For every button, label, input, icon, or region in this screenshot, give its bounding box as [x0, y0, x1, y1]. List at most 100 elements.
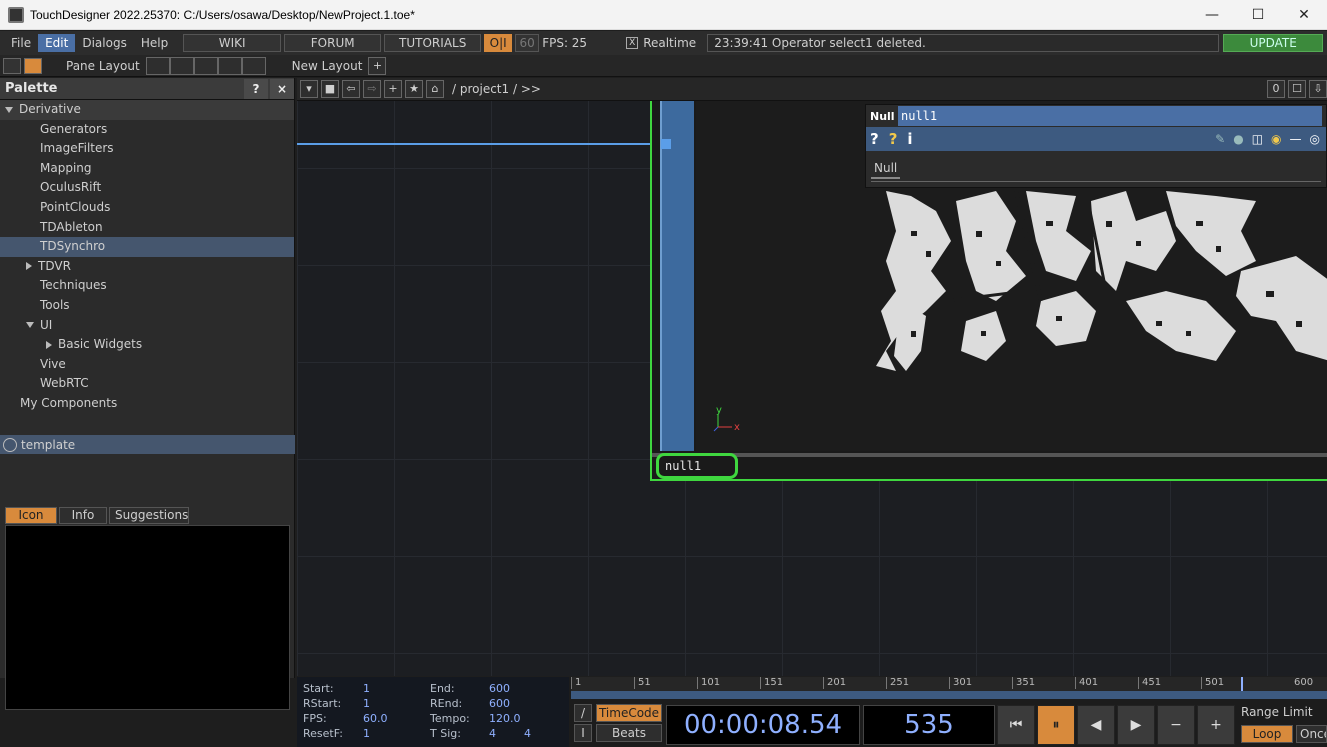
expand-closed-icon[interactable]: [26, 262, 32, 271]
timecode-button[interactable]: TimeCode: [596, 704, 662, 722]
play-icon[interactable]: ▶: [1117, 705, 1155, 745]
palette-item-techniques[interactable]: Techniques: [0, 276, 294, 296]
palette-item-vive[interactable]: Vive: [0, 355, 294, 375]
timeline-bar-toggle[interactable]: I: [574, 724, 592, 742]
bookmark-icon[interactable]: ★: [405, 80, 423, 98]
palette-item-tdvr[interactable]: TDVR: [0, 257, 294, 277]
wiki-button[interactable]: WIKI: [183, 34, 282, 52]
timeline-ruler[interactable]: 1 51 101 151 201 251 301 351 401 451 501 600: [571, 677, 1327, 699]
beats-button[interactable]: Beats: [596, 724, 662, 742]
tab-info[interactable]: Info: [59, 507, 107, 524]
stop-icon[interactable]: ■: [321, 80, 339, 98]
palette-item-my-components[interactable]: My Components: [0, 394, 294, 414]
pane-layout-single[interactable]: [145, 56, 170, 75]
palette-item-webrtc[interactable]: WebRTC: [0, 374, 294, 394]
palette-item-ui[interactable]: UI: [0, 316, 294, 336]
back-icon[interactable]: ⇦: [342, 80, 360, 98]
palette-item-basic-widgets[interactable]: Basic Widgets: [0, 335, 294, 355]
rstart-value[interactable]: 1: [363, 697, 370, 710]
node-name-label[interactable]: null1: [656, 453, 738, 479]
menu-edit[interactable]: Edit: [38, 34, 76, 52]
menu-file[interactable]: File: [4, 34, 38, 52]
node-input-connector[interactable]: [661, 139, 671, 149]
palette-help-button[interactable]: ?: [244, 78, 268, 99]
tsig-denominator[interactable]: 4: [524, 727, 531, 740]
viewer-toggle-icon[interactable]: [3, 57, 21, 74]
tsig-numerator[interactable]: 4: [489, 727, 496, 740]
menu-help[interactable]: Help: [134, 34, 175, 52]
comment-icon[interactable]: ●: [1233, 132, 1243, 146]
python-help-icon[interactable]: ?: [889, 130, 898, 148]
param-op-name-field[interactable]: null1: [898, 106, 1322, 126]
pane-layout-quad[interactable]: [241, 56, 266, 75]
tutorials-button[interactable]: TUTORIALS: [384, 34, 482, 52]
pause-icon[interactable]: ⏸: [1037, 705, 1075, 745]
palette-item-generators[interactable]: Generators: [0, 120, 294, 140]
pane-layout-three[interactable]: [217, 56, 242, 75]
palette-close-button[interactable]: ×: [270, 78, 294, 99]
perform-mode-button[interactable]: O|I: [484, 34, 513, 52]
close-button[interactable]: ✕: [1281, 0, 1327, 30]
rewind-icon[interactable]: ⏮: [997, 705, 1035, 745]
expand-open-icon[interactable]: [5, 106, 13, 113]
loop-button[interactable]: Loop: [1241, 725, 1293, 743]
expand-closed-icon[interactable]: [46, 340, 52, 349]
target-icon[interactable]: ◎: [1310, 132, 1320, 146]
timeline-slash-toggle[interactable]: /: [574, 704, 592, 722]
once-button[interactable]: Once: [1296, 725, 1327, 743]
palette-item-derivative[interactable]: Derivative: [0, 100, 294, 120]
forward-icon[interactable]: ⇨: [363, 80, 381, 98]
expand-open-icon[interactable]: [26, 322, 34, 329]
home-icon[interactable]: ⌂: [426, 80, 444, 98]
python-icon[interactable]: ◉: [1271, 132, 1281, 146]
rend-value[interactable]: 600: [489, 697, 510, 710]
palette-item-imagefilters[interactable]: ImageFilters: [0, 139, 294, 159]
palette-item-tdsynchro[interactable]: TDSynchro: [0, 237, 294, 257]
palette-item-tdableton[interactable]: TDAbleton: [0, 218, 294, 238]
fps-cap-button[interactable]: 60: [515, 34, 540, 52]
menu-dialogs[interactable]: Dialogs: [75, 34, 133, 52]
timecode-display[interactable]: 00:00:08.54: [666, 705, 860, 745]
help-icon[interactable]: ?: [870, 130, 879, 148]
end-value[interactable]: 600: [489, 682, 510, 695]
param-page-tab-null[interactable]: Null: [871, 161, 901, 179]
info-icon[interactable]: i: [907, 130, 912, 148]
palette-item-mapping[interactable]: Mapping: [0, 159, 294, 179]
pane-split-icon[interactable]: ⇩: [1309, 80, 1327, 98]
forum-button[interactable]: FORUM: [284, 34, 382, 52]
edit-icon[interactable]: ✎: [1215, 132, 1225, 146]
minimize-button[interactable]: —: [1189, 0, 1235, 30]
node-input-strip[interactable]: [660, 101, 694, 451]
pane-layout-split-vertical[interactable]: [169, 56, 194, 75]
slower-icon[interactable]: −: [1157, 705, 1195, 745]
collapse-icon[interactable]: —: [1290, 132, 1302, 146]
start-value[interactable]: 1: [363, 682, 370, 695]
palette-item-pointclouds[interactable]: PointClouds: [0, 198, 294, 218]
palette-item-oculusrift[interactable]: OculusRift: [0, 178, 294, 198]
tab-suggestions[interactable]: Suggestions: [109, 507, 189, 524]
timeline-range-bar[interactable]: [571, 691, 1327, 699]
add-layout-button[interactable]: +: [368, 56, 387, 75]
faster-icon[interactable]: +: [1197, 705, 1235, 745]
resetf-value[interactable]: 1: [363, 727, 370, 740]
realtime-checkbox[interactable]: X: [626, 37, 639, 49]
template-row[interactable]: template: [0, 435, 295, 454]
pane-maximize-icon[interactable]: ☐: [1288, 80, 1306, 98]
network-counter[interactable]: 0: [1267, 80, 1285, 98]
fps-value[interactable]: 60.0: [363, 712, 388, 725]
anchor-icon[interactable]: [24, 57, 42, 74]
tempo-value[interactable]: 120.0: [489, 712, 521, 725]
add-operator-icon[interactable]: +: [384, 80, 402, 98]
tab-icon[interactable]: Icon: [5, 507, 57, 524]
timeline-playhead[interactable]: [1241, 677, 1243, 691]
network-path[interactable]: / project1 / >>: [452, 82, 541, 96]
pane-layout-split-horizontal[interactable]: [193, 56, 218, 75]
step-back-icon[interactable]: ◀: [1077, 705, 1115, 745]
network-editor[interactable]: y x null1 Null null1 ? ? i ✎ ● ◫ ◉ — ◎ N…: [297, 101, 1327, 676]
network-menu-icon[interactable]: ▾: [300, 80, 318, 98]
maximize-button[interactable]: ☐: [1235, 0, 1281, 30]
clipboard-icon[interactable]: ◫: [1252, 132, 1263, 146]
update-button[interactable]: UPDATE: [1223, 34, 1324, 52]
frame-display[interactable]: 535: [863, 705, 995, 745]
palette-item-tools[interactable]: Tools: [0, 296, 294, 316]
